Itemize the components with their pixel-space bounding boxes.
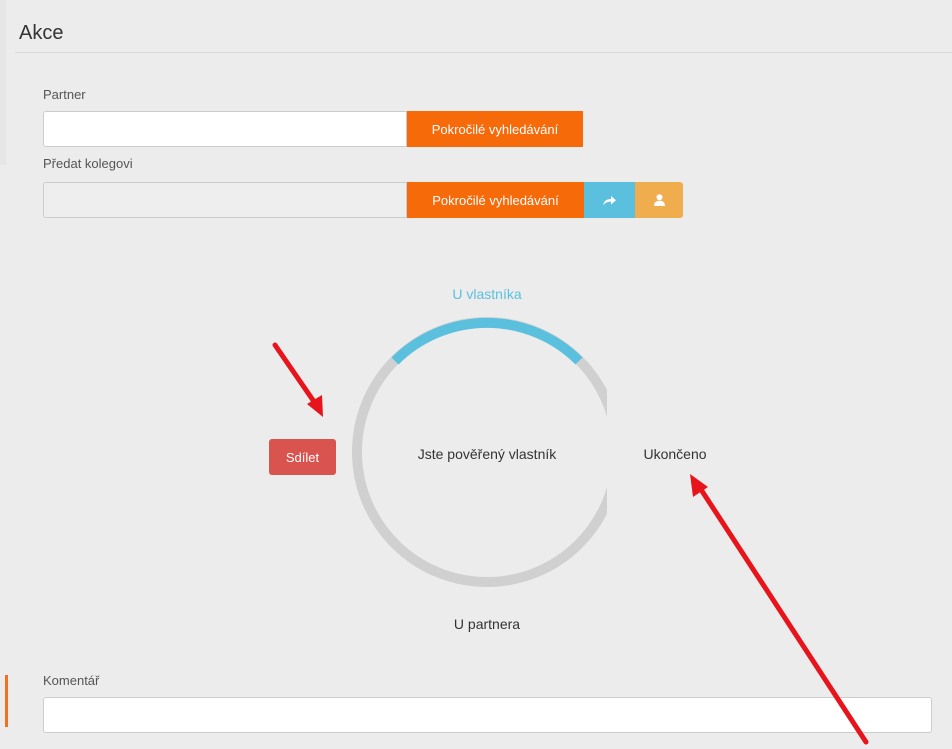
state-u-vlastnika: U vlastníka bbox=[452, 286, 522, 302]
colleague-advanced-search-button[interactable]: Pokročilé vyhledávání bbox=[407, 182, 584, 218]
partner-advanced-search-button[interactable]: Pokročilé vyhledávání bbox=[407, 111, 583, 147]
partner-label: Partner bbox=[43, 87, 86, 102]
page-title: Akce bbox=[19, 22, 64, 44]
forward-button[interactable] bbox=[584, 182, 635, 218]
comment-label: Komentář bbox=[43, 673, 100, 688]
comment-input[interactable] bbox=[43, 697, 932, 733]
share-arrow-icon bbox=[603, 195, 616, 205]
ring-active-arc bbox=[391, 317, 583, 365]
assign-user-button[interactable] bbox=[635, 182, 683, 218]
status-center-text: Jste pověřený vlastník bbox=[417, 446, 557, 462]
left-edge-strip bbox=[0, 0, 6, 165]
user-icon bbox=[653, 194, 665, 206]
colleague-label: Předat kolegovi bbox=[43, 156, 133, 171]
share-button[interactable]: Sdílet bbox=[269, 439, 336, 475]
state-u-partnera[interactable]: U partnera bbox=[387, 616, 587, 632]
title-divider bbox=[15, 52, 952, 53]
partner-input[interactable] bbox=[43, 111, 407, 147]
colleague-input[interactable] bbox=[43, 182, 407, 218]
state-ukonceno[interactable]: Ukončeno bbox=[620, 446, 730, 462]
annotation-arrow-share bbox=[272, 342, 323, 417]
colleague-advanced-search-label: Pokročilé vyhledávání bbox=[432, 192, 559, 208]
partner-advanced-search-label: Pokročilé vyhledávání bbox=[431, 121, 559, 137]
left-accent-bar bbox=[5, 675, 8, 727]
share-button-label: Sdílet bbox=[285, 449, 320, 465]
